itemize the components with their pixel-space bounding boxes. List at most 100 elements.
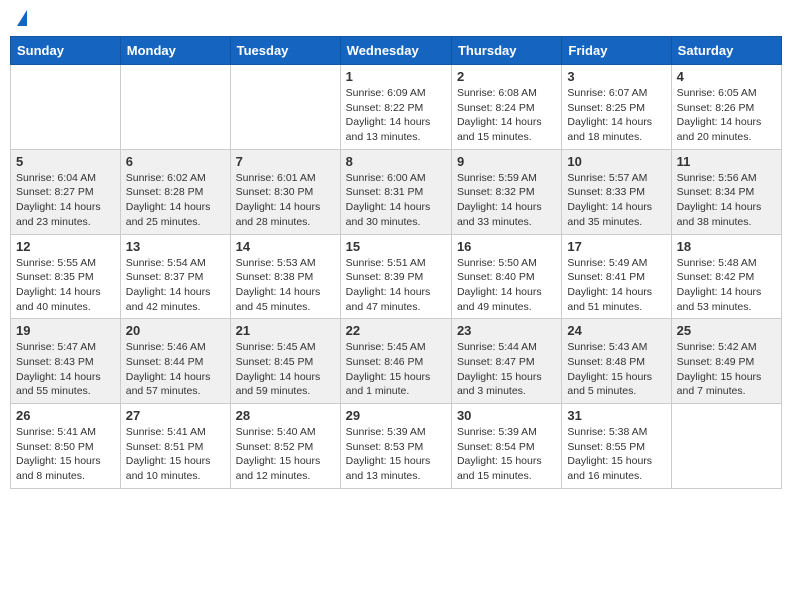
calendar-cell (11, 65, 121, 150)
day-number: 9 (457, 154, 556, 169)
day-info: Sunrise: 5:42 AM Sunset: 8:49 PM Dayligh… (677, 340, 776, 399)
day-info: Sunrise: 6:02 AM Sunset: 8:28 PM Dayligh… (126, 171, 225, 230)
calendar-cell: 22 Sunrise: 5:45 AM Sunset: 8:46 PM Dayli… (340, 319, 451, 404)
day-info: Sunrise: 5:57 AM Sunset: 8:33 PM Dayligh… (567, 171, 665, 230)
day-info: Sunrise: 5:49 AM Sunset: 8:41 PM Dayligh… (567, 256, 665, 315)
day-info: Sunrise: 5:45 AM Sunset: 8:45 PM Dayligh… (236, 340, 335, 399)
calendar-cell: 17 Sunrise: 5:49 AM Sunset: 8:41 PM Dayli… (562, 234, 671, 319)
day-number: 29 (346, 408, 446, 423)
calendar-cell: 27 Sunrise: 5:41 AM Sunset: 8:51 PM Dayli… (120, 404, 230, 489)
calendar-cell: 21 Sunrise: 5:45 AM Sunset: 8:45 PM Dayli… (230, 319, 340, 404)
calendar-cell: 31 Sunrise: 5:38 AM Sunset: 8:55 PM Dayli… (562, 404, 671, 489)
day-info: Sunrise: 5:47 AM Sunset: 8:43 PM Dayligh… (16, 340, 115, 399)
day-number: 4 (677, 69, 776, 84)
calendar-table: SundayMondayTuesdayWednesdayThursdayFrid… (10, 36, 782, 489)
calendar-cell: 2Sunrise: 6:08 AM Sunset: 8:24 PM Daylig… (451, 65, 561, 150)
day-info: Sunrise: 5:50 AM Sunset: 8:40 PM Dayligh… (457, 256, 556, 315)
calendar-cell: 24 Sunrise: 5:43 AM Sunset: 8:48 PM Dayli… (562, 319, 671, 404)
day-info: Sunrise: 5:39 AM Sunset: 8:54 PM Dayligh… (457, 425, 556, 484)
day-info: Sunrise: 5:41 AM Sunset: 8:50 PM Dayligh… (16, 425, 115, 484)
day-number: 14 (236, 239, 335, 254)
weekday-header-sunday: Sunday (11, 37, 121, 65)
calendar-cell: 18Sunrise: 5:48 AM Sunset: 8:42 PM Dayli… (671, 234, 781, 319)
day-number: 23 (457, 323, 556, 338)
calendar-cell: 1 Sunrise: 6:09 AM Sunset: 8:22 PM Daylig… (340, 65, 451, 150)
day-number: 11 (677, 154, 776, 169)
weekday-header-saturday: Saturday (671, 37, 781, 65)
day-number: 8 (346, 154, 446, 169)
calendar-cell: 20 Sunrise: 5:46 AM Sunset: 8:44 PM Dayli… (120, 319, 230, 404)
day-number: 20 (126, 323, 225, 338)
day-number: 22 (346, 323, 446, 338)
day-number: 5 (16, 154, 115, 169)
day-info: Sunrise: 5:53 AM Sunset: 8:38 PM Dayligh… (236, 256, 335, 315)
day-number: 31 (567, 408, 665, 423)
day-number: 25 (677, 323, 776, 338)
day-info: Sunrise: 5:45 AM Sunset: 8:46 PM Dayligh… (346, 340, 446, 399)
day-number: 18 (677, 239, 776, 254)
day-number: 24 (567, 323, 665, 338)
day-info: Sunrise: 5:43 AM Sunset: 8:48 PM Dayligh… (567, 340, 665, 399)
week-row-1: 1 Sunrise: 6:09 AM Sunset: 8:22 PM Daylig… (11, 65, 782, 150)
logo (14, 10, 27, 28)
calendar-cell: 13 Sunrise: 5:54 AM Sunset: 8:37 PM Dayli… (120, 234, 230, 319)
calendar-cell: 14 Sunrise: 5:53 AM Sunset: 8:38 PM Dayli… (230, 234, 340, 319)
day-info: Sunrise: 5:55 AM Sunset: 8:35 PM Dayligh… (16, 256, 115, 315)
weekday-header-monday: Monday (120, 37, 230, 65)
week-row-2: 5 Sunrise: 6:04 AM Sunset: 8:27 PM Daylig… (11, 149, 782, 234)
weekday-header-tuesday: Tuesday (230, 37, 340, 65)
day-number: 2 (457, 69, 556, 84)
day-number: 10 (567, 154, 665, 169)
logo-triangle-icon (17, 10, 27, 26)
day-info: Sunrise: 6:09 AM Sunset: 8:22 PM Dayligh… (346, 86, 446, 145)
day-number: 21 (236, 323, 335, 338)
weekday-header-thursday: Thursday (451, 37, 561, 65)
calendar-cell: 10 Sunrise: 5:57 AM Sunset: 8:33 PM Dayli… (562, 149, 671, 234)
calendar-cell: 19Sunrise: 5:47 AM Sunset: 8:43 PM Dayli… (11, 319, 121, 404)
day-info: Sunrise: 5:40 AM Sunset: 8:52 PM Dayligh… (236, 425, 335, 484)
day-info: Sunrise: 6:07 AM Sunset: 8:25 PM Dayligh… (567, 86, 665, 145)
calendar-cell: 16Sunrise: 5:50 AM Sunset: 8:40 PM Dayli… (451, 234, 561, 319)
day-number: 6 (126, 154, 225, 169)
day-info: Sunrise: 6:01 AM Sunset: 8:30 PM Dayligh… (236, 171, 335, 230)
day-info: Sunrise: 5:59 AM Sunset: 8:32 PM Dayligh… (457, 171, 556, 230)
calendar-cell: 11 Sunrise: 5:56 AM Sunset: 8:34 PM Dayli… (671, 149, 781, 234)
day-number: 3 (567, 69, 665, 84)
calendar-cell: 3 Sunrise: 6:07 AM Sunset: 8:25 PM Daylig… (562, 65, 671, 150)
calendar-cell: 30 Sunrise: 5:39 AM Sunset: 8:54 PM Dayli… (451, 404, 561, 489)
weekday-header-friday: Friday (562, 37, 671, 65)
day-info: Sunrise: 5:54 AM Sunset: 8:37 PM Dayligh… (126, 256, 225, 315)
day-number: 17 (567, 239, 665, 254)
day-number: 28 (236, 408, 335, 423)
calendar-cell: 28 Sunrise: 5:40 AM Sunset: 8:52 PM Dayli… (230, 404, 340, 489)
calendar-cell: 12Sunrise: 5:55 AM Sunset: 8:35 PM Dayli… (11, 234, 121, 319)
week-row-5: 26 Sunrise: 5:41 AM Sunset: 8:50 PM Dayli… (11, 404, 782, 489)
day-info: Sunrise: 5:41 AM Sunset: 8:51 PM Dayligh… (126, 425, 225, 484)
calendar-cell: 7 Sunrise: 6:01 AM Sunset: 8:30 PM Daylig… (230, 149, 340, 234)
day-number: 26 (16, 408, 115, 423)
day-info: Sunrise: 6:05 AM Sunset: 8:26 PM Dayligh… (677, 86, 776, 145)
day-number: 7 (236, 154, 335, 169)
calendar-cell: 25 Sunrise: 5:42 AM Sunset: 8:49 PM Dayli… (671, 319, 781, 404)
day-number: 15 (346, 239, 446, 254)
day-number: 1 (346, 69, 446, 84)
calendar-cell: 6 Sunrise: 6:02 AM Sunset: 8:28 PM Daylig… (120, 149, 230, 234)
page-header (10, 10, 782, 28)
calendar-cell (120, 65, 230, 150)
day-info: Sunrise: 6:04 AM Sunset: 8:27 PM Dayligh… (16, 171, 115, 230)
day-info: Sunrise: 5:56 AM Sunset: 8:34 PM Dayligh… (677, 171, 776, 230)
calendar-cell (230, 65, 340, 150)
day-number: 13 (126, 239, 225, 254)
day-info: Sunrise: 5:46 AM Sunset: 8:44 PM Dayligh… (126, 340, 225, 399)
day-number: 30 (457, 408, 556, 423)
calendar-cell: 29Sunrise: 5:39 AM Sunset: 8:53 PM Dayli… (340, 404, 451, 489)
day-number: 27 (126, 408, 225, 423)
week-row-4: 19Sunrise: 5:47 AM Sunset: 8:43 PM Dayli… (11, 319, 782, 404)
day-info: Sunrise: 5:51 AM Sunset: 8:39 PM Dayligh… (346, 256, 446, 315)
calendar-cell: 5 Sunrise: 6:04 AM Sunset: 8:27 PM Daylig… (11, 149, 121, 234)
day-info: Sunrise: 5:38 AM Sunset: 8:55 PM Dayligh… (567, 425, 665, 484)
calendar-cell: 26 Sunrise: 5:41 AM Sunset: 8:50 PM Dayli… (11, 404, 121, 489)
calendar-cell: 8 Sunrise: 6:00 AM Sunset: 8:31 PM Daylig… (340, 149, 451, 234)
calendar-cell: 15 Sunrise: 5:51 AM Sunset: 8:39 PM Dayli… (340, 234, 451, 319)
day-info: Sunrise: 6:00 AM Sunset: 8:31 PM Dayligh… (346, 171, 446, 230)
